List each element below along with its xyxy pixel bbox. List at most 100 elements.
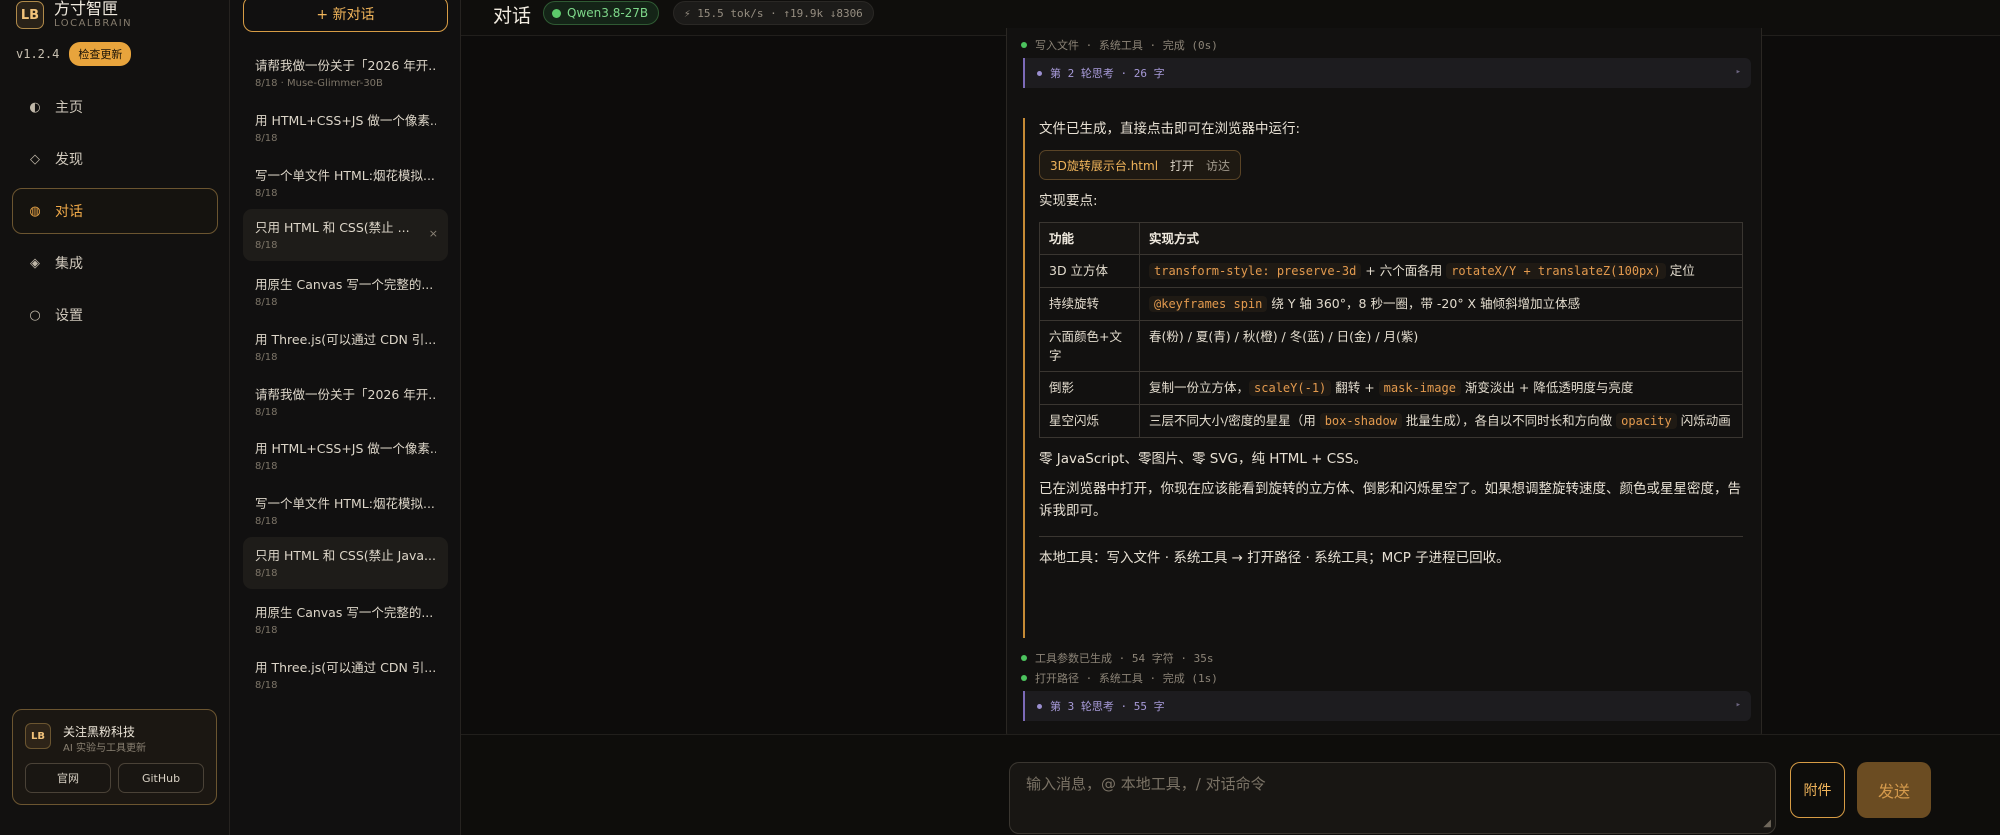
table-row: 3D 立方体 transform-style: preserve-3d + 六个… xyxy=(1039,254,1743,288)
conversation-title: 用 HTML+CSS+JS 做一个像素... xyxy=(255,441,436,456)
table-row: 倒影 复制一份立方体， scaleY(-1) 翻转 + mask-image 渐变… xyxy=(1039,371,1743,405)
new-chat-button[interactable]: + 新对话 xyxy=(243,0,448,32)
features-table: 功能 实现方式 3D 立方体 transform-style: preserve… xyxy=(1039,222,1743,438)
github-button[interactable]: GitHub xyxy=(118,763,204,793)
conversation-item[interactable]: 用 Three.js(可以通过 CDN 引... 8/18 xyxy=(243,321,448,373)
conversation-item[interactable]: 写一个单文件 HTML:烟花模拟... 8/18 xyxy=(243,157,448,209)
brand-subtitle: LOCALBRAIN xyxy=(54,18,133,29)
inline-code: @keyframes spin xyxy=(1149,296,1268,312)
brand-logo: LB xyxy=(16,1,44,29)
conversation-item[interactable]: 只用 HTML 和 CSS(禁止 Java... 8/18 xyxy=(243,537,448,589)
nav-item-discover[interactable]: ◇ 发现 xyxy=(12,136,218,182)
close-icon[interactable]: × xyxy=(429,227,438,240)
discover-icon: ◇ xyxy=(30,151,40,167)
conversation-item[interactable]: 写一个单文件 HTML:烟花模拟... 8/18 xyxy=(243,485,448,537)
conversation-item[interactable]: 请帮我做一份关于「2026 年开... 8/18 xyxy=(243,376,448,428)
follow-card: LB 关注黑粉科技 AI 实验与工具更新 官网 GitHub xyxy=(12,709,217,805)
answer-note: 零 JavaScript、零图片、零 SVG，纯 HTML + CSS。 xyxy=(1039,451,1367,467)
inline-code: scaleY(-1) xyxy=(1249,380,1332,396)
check-update-button[interactable]: 检查更新 xyxy=(69,42,132,66)
table-row: 星空闪烁 三层不同大小/密度的星星（用 box-shadow 批量生成），各自以… xyxy=(1039,404,1743,438)
conversation-meta: 8/18 xyxy=(255,407,278,418)
reveal-in-finder-button[interactable]: 访达 xyxy=(1206,157,1230,174)
conversation-item[interactable]: 用 HTML+CSS+JS 做一个像素... 8/18 xyxy=(243,430,448,482)
cell-text: 渐变淡出 + 降低透明度与亮度 xyxy=(1460,380,1634,395)
conversation-title: 只用 HTML 和 CSS(禁止 Java... xyxy=(255,548,436,563)
conversation-item[interactable]: 请帮我做一份关于「2026 年开... 8/18 · Muse-Glimmer-3… xyxy=(243,47,448,99)
success-dot-icon xyxy=(1021,655,1027,661)
method-cell: 春(粉) / 夏(青) / 秋(橙) / 冬(蓝) / 日(金) / 月(紫) xyxy=(1139,320,1743,372)
conversation-item[interactable]: 用 HTML+CSS+JS 做一个像素... 8/18 xyxy=(243,102,448,154)
conversation-meta: 8/18 xyxy=(255,188,278,199)
open-file-button[interactable]: 打开 xyxy=(1170,157,1194,174)
follow-subtitle: AI 实验与工具更新 xyxy=(63,743,146,754)
follow-title: 关注黑粉科技 xyxy=(63,725,136,739)
points-title: 实现要点: xyxy=(1039,193,1098,209)
conversation-title: 请帮我做一份关于「2026 年开... xyxy=(255,58,436,73)
home-icon: ◐ xyxy=(29,99,41,115)
file-chip: 3D旋转展示台.html 打开 访达 xyxy=(1039,150,1242,180)
send-button[interactable]: 发送 xyxy=(1857,762,1931,818)
message-input[interactable]: 输入消息，@ 本地工具，/ 对话命令 ◢ xyxy=(1009,762,1776,834)
conversation-title: 用 Three.js(可以通过 CDN 引... xyxy=(255,660,436,675)
tool-step-text: 工具参数已生成 · 54 字符 · 35s xyxy=(1035,652,1214,665)
conversation-title: 用原生 Canvas 写一个完整的... xyxy=(255,605,434,620)
feature-cell: 六面颜色+文字 xyxy=(1039,320,1140,372)
nav-item-integrations[interactable]: ◈ 集成 xyxy=(12,240,218,286)
inline-code: box-shadow xyxy=(1319,413,1402,429)
expand-icon: ▸ xyxy=(1735,700,1741,710)
conversation-meta: 8/18 xyxy=(255,352,278,363)
conversation-title: 用 HTML+CSS+JS 做一个像素... xyxy=(255,113,436,128)
conversation-list: + 新对话 请帮我做一份关于「2026 年开... 8/18 · Muse-Gli… xyxy=(230,0,461,835)
conversation-meta: 8/18 xyxy=(255,516,278,527)
divider xyxy=(1039,536,1743,537)
feature-cell: 持续旋转 xyxy=(1039,287,1140,321)
conversation-meta: 8/18 xyxy=(255,568,278,579)
cell-text: 翻转 + xyxy=(1331,380,1379,395)
conversation-item[interactable]: 用 Three.js(可以通过 CDN 引... 8/18 xyxy=(243,649,448,701)
version-text: v1.2.4 xyxy=(16,47,60,61)
conversation-title: 写一个单文件 HTML:烟花模拟... xyxy=(255,496,435,511)
tool-step-text: 打开路径 · 系统工具 · 完成 (1s) xyxy=(1035,672,1218,685)
nav-item-label: 集成 xyxy=(55,256,83,272)
official-site-button[interactable]: 官网 xyxy=(25,763,111,793)
assistant-message: 写入文件 · 系统工具 · 完成 (0s) 第 2 轮思考 · 26 字 ▸ 文件… xyxy=(1006,28,1762,746)
feature-cell: 星空闪烁 xyxy=(1039,404,1140,438)
chat-area[interactable]: 写入文件 · 系统工具 · 完成 (0s) 第 2 轮思考 · 26 字 ▸ 文件… xyxy=(461,28,2000,746)
model-selector[interactable]: Qwen3.8-27B xyxy=(543,1,660,25)
nav-item-chat[interactable]: ◍ 对话 xyxy=(12,188,218,234)
nav-item-settings[interactable]: ○ 设置 xyxy=(12,292,218,338)
resize-handle-icon[interactable]: ◢ xyxy=(1763,818,1771,829)
method-cell: 复制一份立方体， scaleY(-1) 翻转 + mask-image 渐变淡出 … xyxy=(1139,371,1743,405)
integrations-icon: ◈ xyxy=(30,255,40,271)
conversation-meta: 8/18 xyxy=(255,625,278,636)
conversation-title: 用原生 Canvas 写一个完整的... xyxy=(255,277,434,292)
table-row: 六面颜色+文字 春(粉) / 夏(青) / 秋(橙) / 冬(蓝) / 日(金)… xyxy=(1039,320,1743,372)
nav-item-home[interactable]: ◐ 主页 xyxy=(12,84,218,130)
answer-body: 文件已生成，直接点击即可在浏览器中运行: 3D旋转展示台.html 打开 访达 … xyxy=(1023,118,1761,638)
thinking-block[interactable]: 第 3 轮思考 · 55 字 ▸ xyxy=(1023,691,1751,721)
thinking-block[interactable]: 第 2 轮思考 · 26 字 ▸ xyxy=(1023,58,1751,88)
conversation-title: 写一个单文件 HTML:烟花模拟... xyxy=(255,168,435,183)
conversation-item[interactable]: 用原生 Canvas 写一个完整的... 8/18 xyxy=(243,594,448,646)
tool-step-text: 写入文件 · 系统工具 · 完成 (0s) xyxy=(1035,39,1218,52)
feature-cell: 倒影 xyxy=(1039,371,1140,405)
left-rail: LB 方寸智匣 LOCALBRAIN v1.2.4 检查更新 ◐ 主页 ◇ 发现 ◍… xyxy=(0,0,230,835)
table-header: 功能 xyxy=(1039,222,1140,255)
thinking-dot-icon xyxy=(1037,70,1042,76)
brand-name: 方寸智匣 xyxy=(54,0,119,18)
page-title: 对话 xyxy=(493,5,532,27)
token-stats: ⚡ 15.5 tok/s · ↑19.9k ↓8306 xyxy=(673,1,874,25)
follow-logo: LB xyxy=(25,723,51,749)
cell-text: 批量生成），各自以不同时长和方向做 xyxy=(1401,413,1617,428)
tool-step: 写入文件 · 系统工具 · 完成 (0s) xyxy=(1021,37,1218,53)
inline-code: opacity xyxy=(1616,413,1677,429)
conversation-item[interactable]: 用原生 Canvas 写一个完整的... 8/18 xyxy=(243,266,448,318)
tools-summary: 本地工具：写入文件 · 系统工具 → 打开路径 · 系统工具；MCP 子进程已回… xyxy=(1039,550,1510,566)
thinking-label: 第 3 轮思考 · 55 字 xyxy=(1050,700,1165,713)
conversation-item[interactable]: 只用 HTML 和 CSS(禁止 ... 8/18 × xyxy=(243,209,448,261)
nav-item-label: 发现 xyxy=(55,152,83,168)
attach-button[interactable]: 附件 xyxy=(1790,762,1845,818)
file-name[interactable]: 3D旋转展示台.html xyxy=(1050,157,1158,174)
expand-icon: ▸ xyxy=(1735,67,1741,77)
